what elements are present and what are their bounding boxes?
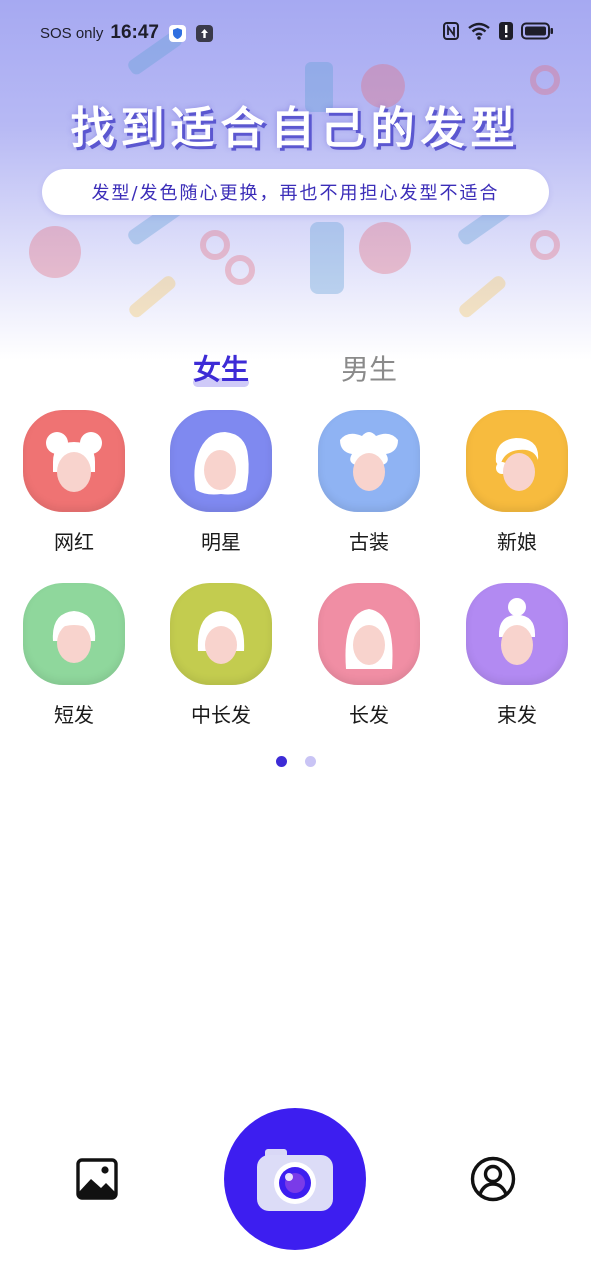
camera-button[interactable] [224,1108,366,1250]
category-xinniang[interactable]: 新娘 [457,410,577,555]
shield-icon [168,24,186,42]
hero-subtitle: 发型/发色随心更换，再也不用担心发型不适合 [42,169,549,215]
profile-icon [470,1156,516,1202]
category-label: 长发 [349,703,389,727]
category-changfa[interactable]: 长发 [309,583,429,728]
wifi-icon [468,22,490,40]
category-wanghong[interactable]: 网红 [14,410,134,555]
page-indicator [276,756,316,767]
category-label: 束发 [497,703,537,727]
tab-female[interactable]: 女生 [193,348,249,388]
category-label: 新娘 [497,530,537,554]
battery-icon [521,22,553,40]
category-duanfa[interactable]: 短发 [14,583,134,728]
upload-icon [195,24,213,42]
category-guzhuang[interactable]: 古装 [309,410,429,555]
tab-male[interactable]: 男生 [341,348,397,388]
category-mingxing[interactable]: 明星 [161,410,281,555]
nfc-icon [443,22,459,40]
category-shufa[interactable]: 束发 [457,583,577,728]
page-title: 找到适合自己的发型 [70,103,521,154]
ancient-hair-icon [318,410,420,512]
category-label: 网红 [54,530,94,554]
category-label: 明星 [201,530,241,554]
alert-icon [499,22,513,40]
long-hair-icon [318,583,420,685]
category-label: 中长发 [191,703,251,727]
bottom-nav [0,1100,591,1280]
status-bar: SOS only 16:47 [0,0,591,66]
gallery-button[interactable] [75,1157,119,1201]
bride-hair-icon [466,410,568,512]
wavy-hair-icon [170,410,272,512]
gallery-icon [76,1158,118,1200]
gender-tabs: 女生 男生 [0,348,591,398]
page-dot-2[interactable] [305,756,316,767]
profile-button[interactable] [470,1156,516,1202]
short-hair-icon [23,583,125,685]
clock: 16:47 [110,22,159,43]
buns-hair-icon [23,410,125,512]
camera-icon [257,1149,333,1211]
tied-hair-icon [466,583,568,685]
category-zhongchangfa[interactable]: 中长发 [161,583,281,728]
carrier-status: SOS only [40,24,104,42]
category-label: 古装 [349,530,389,554]
page-dot-1[interactable] [276,756,287,767]
medium-hair-icon [170,583,272,685]
category-label: 短发 [54,703,94,727]
